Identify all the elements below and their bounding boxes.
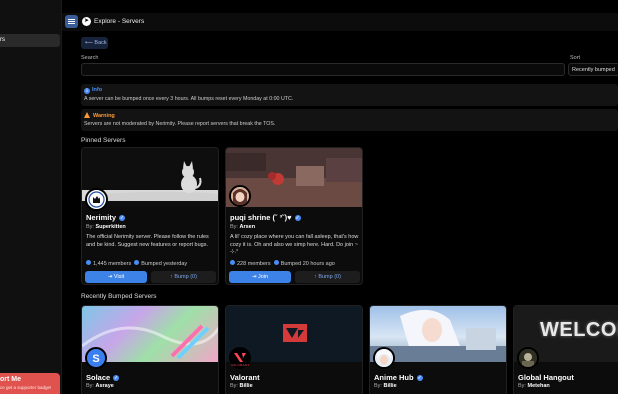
recent-servers-title: Recently Bumped Servers [81,293,157,300]
back-label: Back [94,40,107,46]
back-button[interactable]: ⟵ Back [81,37,108,49]
server-card-puqi-shrine[interactable]: puqi shrine (˘ ³˘)♥ ✓ By: Arsen A lil' co… [225,147,363,285]
member-count: 228 members [237,261,271,267]
server-owner: By: Asraye [86,383,114,389]
server-name: Global Hangout [518,373,574,382]
arrow-up-icon: ↑ [170,274,173,280]
server-description: The official Nerimity server. Please fol… [86,234,209,248]
server-avatar [517,347,539,369]
welcome-banner-text: WELCOM [540,319,618,341]
server-name: Solace ✓ [86,373,120,382]
enter-icon: ⇥ [251,274,257,280]
info-notice: i Info A server can be bumped once every … [81,84,618,106]
members-icon [230,260,235,265]
back-arrow-icon: ⟵ [85,40,93,46]
bumped-time: Bumped yesterday [141,261,188,267]
top-bar: ➤ Explore - Servers [62,13,618,31]
svg-text:S: S [92,353,99,365]
members-icon [86,260,91,265]
verified-icon: ✓ [113,375,120,381]
sidebar: rs ort Me ce get a supporter badge! [0,0,62,394]
info-icon: i [84,88,90,94]
info-title: Info [92,87,103,93]
server-card-solace[interactable]: S Solace ✓ By: Asraye [81,305,219,394]
server-avatar: S [85,347,107,369]
verified-icon: ✓ [294,215,301,221]
server-stats: 228 members Bumped 20 hours ago [230,260,335,267]
server-card-nerimity[interactable]: Nerimity ✓ By: Superkitten The official N… [81,147,219,285]
server-owner: By: Arsen [230,224,256,230]
page-title: Explore - Servers [94,18,145,25]
bump-button[interactable]: ↑ Bump (0) [295,271,360,283]
server-name: puqi shrine (˘ ³˘)♥ ✓ [230,213,301,222]
server-avatar [373,347,395,369]
server-description: A lil' cozy place where you can fall asl… [230,234,359,255]
info-text: A server can be bumped once every 3 hour… [84,96,294,102]
server-name: Nerimity ✓ [86,213,126,222]
arrow-up-icon: ↑ [314,274,317,280]
server-name: Anime Hub ✓ [374,373,423,382]
hamburger-icon[interactable] [65,15,78,28]
verified-icon: ✓ [416,375,423,381]
promo-title: ort Me [0,376,21,383]
server-owner: By: Superkitten [86,224,126,230]
sidebar-item-label: rs [0,37,5,43]
compass-icon: ➤ [82,17,91,26]
bumped-time: Bumped 20 hours ago [280,261,335,267]
promo-text: ce get a supporter badge! [0,385,52,390]
server-card-valorant[interactable]: VALORANT Valorant By: Billie [225,305,363,394]
sort-select[interactable]: Recently bumped [568,63,618,76]
server-owner: By: Metehan [518,383,550,389]
server-avatar [229,185,251,207]
warning-notice: Warning Servers are not moderated by Ner… [81,109,618,131]
support-promo[interactable]: ort Me ce get a supporter badge! [0,373,60,394]
verified-icon: ✓ [119,215,126,221]
visit-button[interactable]: ⇥ Visit [85,271,147,283]
server-owner: By: Billie [374,383,397,389]
clock-icon [134,260,140,265]
sidebar-item-servers[interactable]: rs [0,34,60,47]
warning-icon [84,112,90,118]
bump-button[interactable]: ↑ Bump (0) [151,271,216,283]
warning-text: Servers are not moderated by Nerimity. P… [84,121,276,127]
join-button[interactable]: ⇥ Join [229,271,291,283]
enter-icon: ⇥ [107,274,113,280]
server-name: Valorant [230,373,260,382]
server-owner: By: Billie [230,383,253,389]
server-avatar [85,188,108,211]
pinned-servers-title: Pinned Servers [81,137,126,144]
server-card-anime-hub[interactable]: Anime Hub ✓ By: Billie [369,305,507,394]
sort-label: Sort [570,55,581,61]
warning-title: Warning [93,113,115,119]
member-count: 1,445 members [93,261,132,267]
clock-icon [273,260,279,265]
search-label: Search [81,55,99,61]
server-card-global-hangout[interactable]: WELCOM Global Hangout By: Metehan [513,305,618,394]
search-input[interactable] [81,63,565,76]
server-stats: 1,445 members Bumped yesterday [86,260,187,267]
valorant-logo-text: VALORANT [231,363,250,367]
